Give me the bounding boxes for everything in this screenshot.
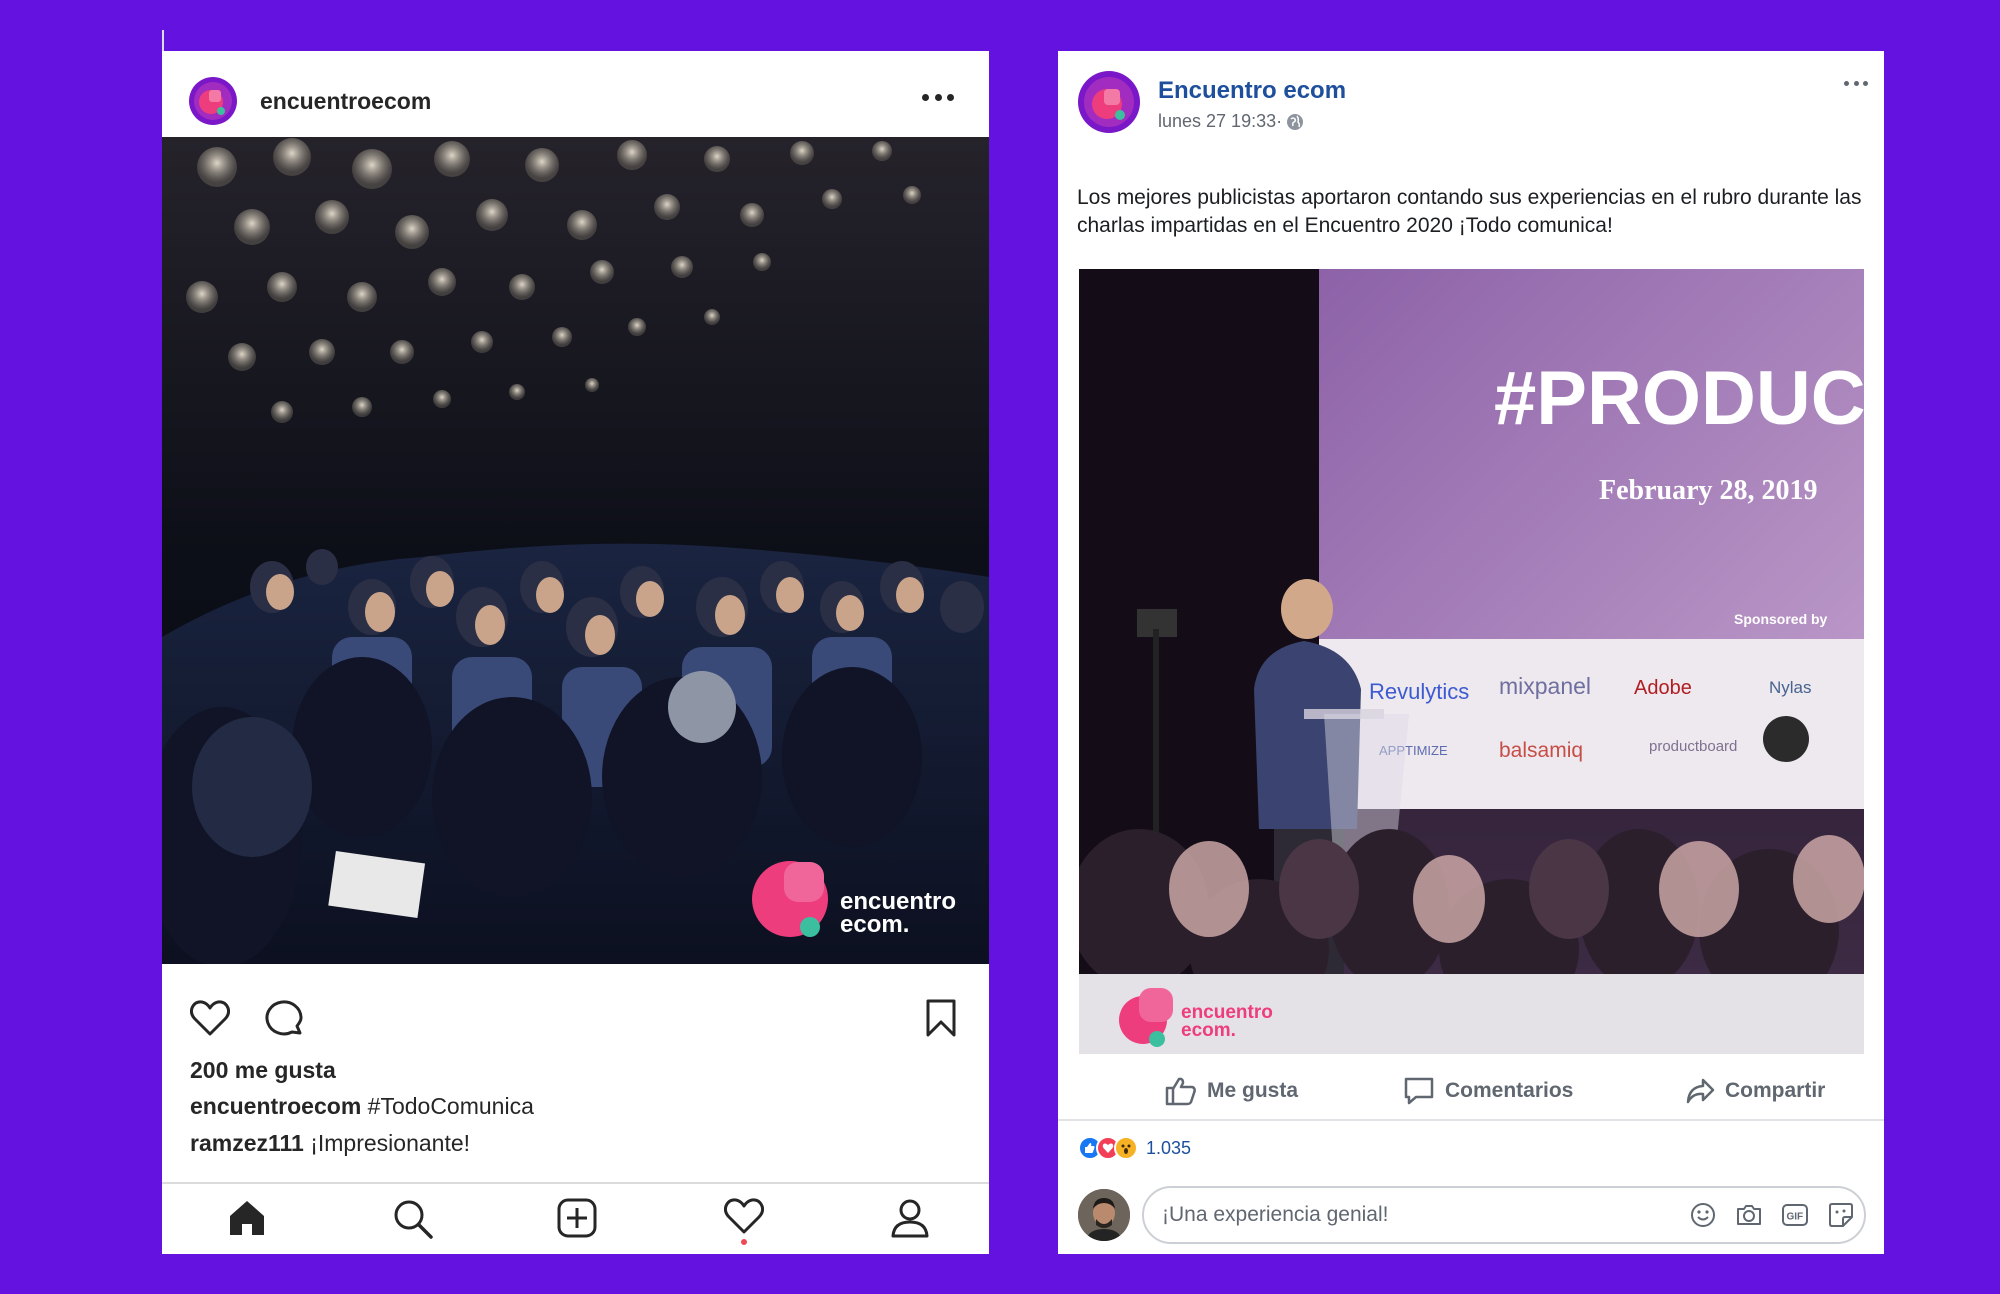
post-text: Los mejores publicistas aportaron contan…	[1077, 186, 1862, 237]
caption-hashtag[interactable]: #TodoComunica	[361, 1093, 534, 1119]
speech-bubble-icon	[1404, 1077, 1434, 1105]
instagram-post-header: encuentroecom	[162, 51, 989, 137]
heart-icon[interactable]	[190, 1000, 230, 1036]
encuentro-ecom-avatar[interactable]	[1078, 71, 1140, 133]
wow-reaction-icon	[1114, 1136, 1138, 1160]
screen-date: February 28, 2019	[1599, 475, 1818, 506]
instagram-action-bar	[162, 964, 989, 1064]
commenter-avatar[interactable]	[1078, 1189, 1130, 1241]
share-label: Compartir	[1725, 1079, 1826, 1102]
more-options-icon[interactable]	[922, 87, 954, 107]
reaction-count[interactable]: 1.035	[1146, 1138, 1191, 1159]
comment-button[interactable]: Comentarios	[1403, 1071, 1573, 1111]
screen-hashtag: #PRODUC	[1494, 356, 1864, 441]
comment-icon[interactable]	[264, 999, 304, 1039]
comment-username[interactable]: ramzez111	[190, 1130, 304, 1156]
globe-icon	[1287, 113, 1304, 130]
camera-icon[interactable]	[1734, 1200, 1764, 1230]
speaker-stage-photo: #PRODUC February 28, 2019 Sponsored by R…	[1079, 269, 1864, 974]
activity-heart-icon[interactable]	[724, 1198, 764, 1246]
sponsor-mixpanel: mixpanel	[1499, 673, 1591, 699]
encuentro-ecom-logo-icon	[1119, 988, 1173, 1047]
more-options-icon[interactable]	[1844, 77, 1868, 89]
like-label: Me gusta	[1207, 1079, 1299, 1102]
page-name[interactable]: Encuentro ecom	[1158, 77, 1346, 105]
facebook-action-bar: Me gusta Comentarios Compartir	[1058, 1061, 1884, 1121]
comment-input-tools: GIF	[1688, 1200, 1856, 1230]
likes-count[interactable]: 200 me gusta	[190, 1057, 336, 1084]
profile-icon[interactable]	[890, 1198, 930, 1238]
brand-banner: encuentro ecom.	[1079, 974, 1864, 1054]
banner-wordmark: encuentro ecom.	[1181, 1003, 1273, 1041]
share-button[interactable]: Compartir	[1685, 1071, 1825, 1111]
instagram-watermark-line2: ecom.	[840, 911, 909, 938]
comment-label: Comentarios	[1445, 1079, 1574, 1102]
add-post-icon[interactable]	[557, 1198, 597, 1238]
post-meta: lunes 27 19:33·	[1158, 111, 1304, 132]
bookmark-icon[interactable]	[925, 998, 957, 1038]
comment-composer: GIF	[1078, 1186, 1878, 1244]
comment-item: ramzez111 ¡Impresionante!	[190, 1130, 470, 1157]
sponsor-nylas: Nylas	[1769, 678, 1812, 697]
sponsor-adobe: Adobe	[1634, 677, 1692, 699]
encuentroecom-avatar[interactable]	[189, 77, 237, 125]
card-edge	[162, 30, 164, 51]
sticker-icon[interactable]	[1826, 1200, 1856, 1230]
instagram-username[interactable]: encuentroecom	[260, 88, 431, 115]
like-button[interactable]: Me gusta	[1165, 1071, 1298, 1111]
svg-text:GIF: GIF	[1787, 1212, 1804, 1223]
post-date[interactable]: lunes 27 19:33·	[1158, 111, 1282, 132]
sponsor-balsamiq: balsamiq	[1499, 739, 1583, 762]
comment-text: ¡Impresionante!	[303, 1130, 471, 1156]
share-arrow-icon	[1686, 1078, 1715, 1104]
sponsor-productboard: productboard	[1649, 738, 1737, 755]
search-icon[interactable]	[392, 1198, 434, 1240]
conference-audience-photo: encuentro ecom.	[162, 137, 989, 964]
post-caption: encuentroecom #TodoComunica	[190, 1093, 534, 1120]
instagram-bottom-nav	[162, 1182, 989, 1254]
caption-username[interactable]: encuentroecom	[190, 1093, 361, 1119]
screen-sponsored-by: Sponsored by	[1734, 611, 1828, 627]
gif-icon[interactable]: GIF	[1780, 1200, 1810, 1230]
sponsor-revulytics: Revulytics	[1369, 679, 1469, 704]
thumbs-up-icon	[1165, 1077, 1196, 1106]
facebook-post: Encuentro ecom lunes 27 19:33· Los mejor…	[1058, 51, 1884, 1254]
banner-line2: ecom.	[1181, 1020, 1236, 1041]
home-icon[interactable]	[227, 1198, 267, 1238]
reaction-summary[interactable]: 1.035	[1078, 1136, 1191, 1160]
instagram-post: encuentroecom encuentro ecom. 200 me gus…	[162, 51, 989, 1254]
emoji-icon[interactable]	[1688, 1200, 1718, 1230]
